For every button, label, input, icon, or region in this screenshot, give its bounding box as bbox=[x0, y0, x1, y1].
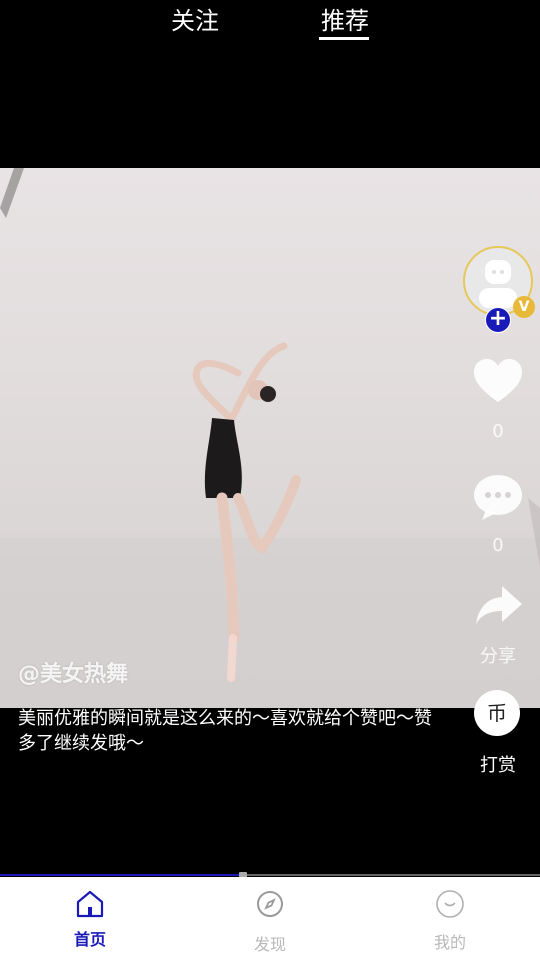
like-heart-icon[interactable] bbox=[472, 356, 524, 408]
follow-button[interactable]: + bbox=[485, 307, 511, 333]
comment-count: 0 bbox=[492, 535, 504, 556]
plus-icon: + bbox=[488, 306, 508, 331]
like-count: 0 bbox=[492, 421, 504, 442]
share-arrow-icon[interactable] bbox=[472, 580, 524, 632]
top-tab-bar: 关注 推荐 bbox=[0, 0, 540, 48]
share-label: 分享 bbox=[480, 646, 516, 667]
progress-fill bbox=[0, 874, 243, 876]
smile-face-icon bbox=[436, 890, 464, 918]
nav-discover-label: 发现 bbox=[253, 935, 286, 954]
active-tab-indicator bbox=[319, 37, 369, 40]
tab-recommend[interactable]: 推荐 bbox=[305, 4, 385, 38]
video-watermark: @美女热舞 bbox=[18, 662, 129, 687]
reward-label: 打赏 bbox=[480, 755, 516, 776]
nav-home-label: 首页 bbox=[73, 930, 106, 949]
video-progress-bar[interactable] bbox=[0, 872, 540, 878]
nav-me[interactable]: 我的 bbox=[390, 877, 510, 960]
comment-bubble-icon[interactable] bbox=[472, 472, 524, 524]
video-caption: 美丽优雅的瞬间就是这么来的～喜欢就给个赞吧～赞多了继续发哦～ bbox=[18, 708, 432, 754]
verified-badge: V bbox=[513, 296, 535, 318]
nav-home[interactable]: 首页 bbox=[30, 877, 150, 960]
bottom-nav-bar: 首页 发现 我的 bbox=[0, 877, 540, 960]
nav-discover[interactable]: 发现 bbox=[210, 877, 330, 960]
compass-icon bbox=[257, 891, 283, 917]
tab-follow[interactable]: 关注 bbox=[155, 4, 235, 38]
reward-button[interactable]: 币 bbox=[474, 690, 520, 736]
nav-me-label: 我的 bbox=[433, 933, 466, 952]
home-icon bbox=[76, 890, 104, 918]
coin-icon: 币 bbox=[487, 701, 507, 725]
